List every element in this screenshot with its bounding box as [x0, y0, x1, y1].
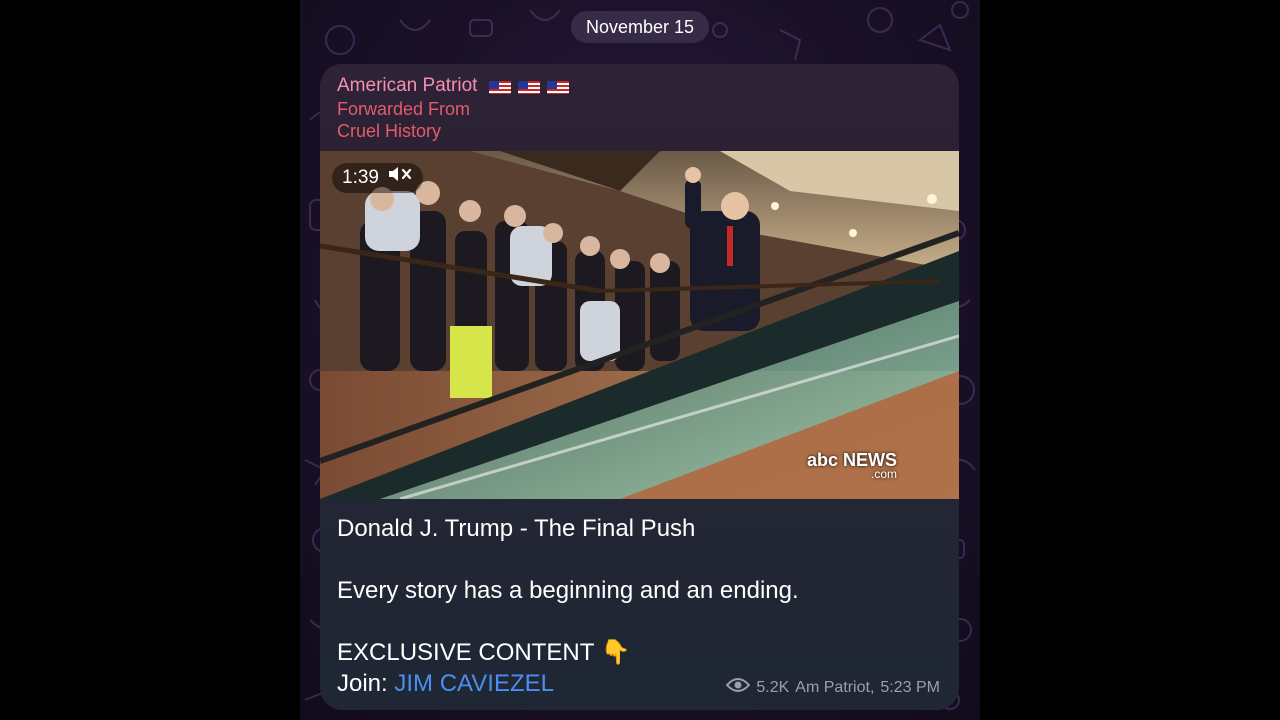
caption-exclusive: EXCLUSIVE CONTENT 👇 — [337, 637, 937, 668]
sender-name[interactable]: American Patriot — [337, 74, 477, 98]
caption-title: Donald J. Trump - The Final Push — [337, 515, 696, 542]
caption-line: Every story has a beginning and an endin… — [337, 577, 799, 604]
abc-news-watermark: abc NEWS .com — [807, 451, 897, 481]
pointing-down-icon: 👇 — [600, 639, 631, 666]
video-duration: 1:39 — [342, 167, 379, 188]
us-flag-icon — [547, 79, 570, 94]
post-author: Am Patriot, — [795, 678, 875, 696]
message-caption: Donald J. Trump - The Final Push Every s… — [337, 513, 937, 699]
us-flag-icon — [489, 79, 512, 94]
sender-flags — [489, 79, 570, 94]
join-label: Join: — [337, 670, 395, 697]
video-duration-badge[interactable]: 1:39 — [332, 163, 423, 193]
forwarded-source-link[interactable]: Cruel History — [337, 120, 569, 142]
video-player[interactable]: 1:39 abc NEWS .com — [320, 151, 959, 499]
speaker-muted-icon[interactable] — [387, 163, 413, 193]
view-count: 5.2K — [756, 678, 790, 696]
forwarded-label: Forwarded From — [337, 99, 471, 119]
message-bubble[interactable]: American Patriot Forwarded From Cruel Hi… — [320, 64, 959, 710]
join-link[interactable]: JIM CAVIEZEL — [394, 670, 554, 697]
caption-exclusive-text: EXCLUSIVE CONTENT — [337, 639, 594, 666]
us-flag-icon — [518, 79, 541, 94]
message-header: American Patriot Forwarded From Cruel Hi… — [337, 74, 570, 142]
date-separator: November 15 — [571, 11, 709, 43]
post-time: 5:23 PM — [880, 678, 940, 696]
sender-row[interactable]: American Patriot — [337, 74, 570, 98]
video-frame — [320, 151, 959, 499]
crowd-sign — [450, 326, 492, 398]
eye-icon — [725, 677, 751, 698]
message-meta: 5.2K Am Patriot, 5:23 PM — [725, 677, 940, 698]
